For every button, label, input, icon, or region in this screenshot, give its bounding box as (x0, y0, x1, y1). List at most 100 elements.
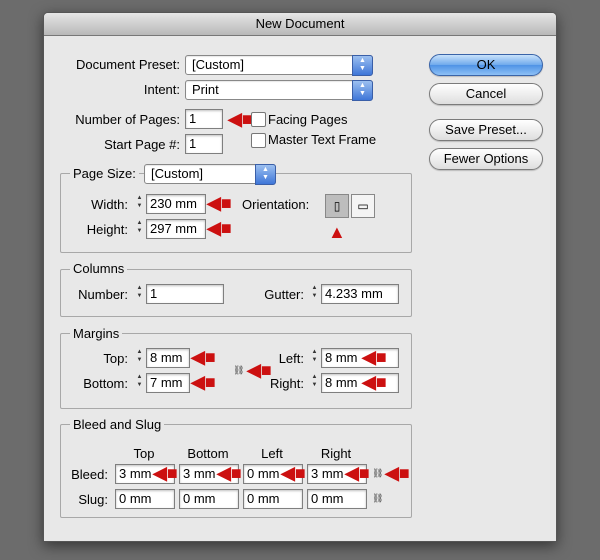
master-text-frame-label: Master Text Frame (268, 132, 377, 147)
columns-number-label: Number: (78, 287, 128, 302)
column-header-top: Top (133, 446, 155, 461)
slug-left-value: 0 mm (247, 491, 280, 506)
width-label: Width: (91, 197, 128, 212)
bleed-bottom-value: 3 mm (183, 466, 216, 481)
slug-top-value: 0 mm (119, 491, 152, 506)
annotation-arrow-icon: ◀■ (153, 463, 178, 483)
portrait-orientation-icon[interactable]: ▯ (325, 194, 349, 218)
gutter-value: 4.233 mm (325, 286, 383, 301)
dropdown-arrows-icon: ▲ ▼ (352, 55, 373, 76)
margin-bottom-value: 7 mm (150, 375, 183, 390)
columns-number-field[interactable]: 1 (146, 284, 224, 304)
number-of-pages-label: Number of Pages: (75, 112, 180, 127)
page-size-label: Page Size: (70, 166, 139, 181)
new-document-dialog: New Document Document Preset: [Custom] ▲… (43, 12, 557, 542)
annotation-arrow-icon: ◀■ (281, 463, 306, 483)
orientation-label: Orientation: (242, 197, 310, 212)
margin-top-field[interactable]: 8 mm (146, 348, 190, 368)
gutter-label: Gutter: (264, 287, 304, 302)
annotation-arrow-icon: ◀■ (362, 347, 387, 367)
fewer-options-button[interactable]: Fewer Options (429, 148, 543, 170)
annotation-arrow-icon: ◀■ (207, 218, 232, 238)
intent-dropdown[interactable]: Print ▲ ▼ (185, 80, 373, 101)
width-field[interactable]: 230 mm (146, 194, 206, 214)
intent-value: Print (192, 82, 219, 97)
gutter-field[interactable]: 4.233 mm (321, 284, 399, 304)
margin-top-label: Top: (103, 351, 128, 366)
slug-right-value: 0 mm (311, 491, 344, 506)
ok-button[interactable]: OK (429, 54, 543, 76)
slug-bottom-value: 0 mm (183, 491, 216, 506)
margin-left-field[interactable]: 8 mm (321, 348, 399, 368)
column-header-left: Left (261, 446, 283, 461)
annotation-arrow-icon: ◀■ (191, 347, 216, 367)
dialog-title: New Document (44, 13, 556, 36)
bleed-right-value: 3 mm (311, 466, 344, 481)
chain-link-icon[interactable]: ⛓ (233, 362, 244, 378)
column-header-right: Right (320, 446, 352, 461)
bleed-slug-title: Bleed and Slug (70, 417, 165, 432)
margin-bottom-field[interactable]: 7 mm (146, 373, 190, 393)
margin-bottom-stepper[interactable]: ▲ ▼ (135, 373, 144, 391)
start-page-value: 1 (189, 136, 197, 151)
start-page-field[interactable]: 1 (185, 134, 223, 154)
width-value: 230 mm (150, 196, 197, 211)
slug-bottom-field[interactable]: 0 mm (179, 489, 239, 509)
margin-right-label: Right: (270, 376, 304, 391)
slug-chain-link-icon[interactable]: ⛓ (372, 490, 383, 506)
margins-title: Margins (70, 326, 123, 341)
column-header-bottom: Bottom (187, 446, 229, 461)
height-label: Height: (86, 222, 128, 237)
document-preset-value: [Custom] (192, 57, 245, 72)
annotation-arrow-icon: ◀■ (385, 463, 410, 483)
save-preset-button[interactable]: Save Preset... (429, 119, 543, 141)
number-of-pages-field[interactable]: 1 (185, 109, 223, 129)
slug-label: Slug: (78, 492, 108, 507)
margin-left-stepper[interactable]: ▲ ▼ (310, 348, 319, 366)
annotation-arrow-icon: ◀■ (362, 372, 387, 392)
margin-right-value: 8 mm (325, 375, 358, 390)
dropdown-arrows-icon: ▲ ▼ (352, 80, 373, 101)
annotation-arrow-icon: ◀■ (345, 463, 370, 483)
facing-pages-checkbox[interactable] (251, 112, 266, 127)
height-stepper[interactable]: ▲ ▼ (135, 219, 144, 237)
annotation-arrow-icon: ◀■ (191, 372, 216, 392)
annotation-arrow-icon: ◀■ (207, 193, 232, 213)
intent-label: Intent: (143, 82, 180, 97)
number-of-pages-value: 1 (189, 111, 197, 126)
slug-left-field[interactable]: 0 mm (243, 489, 303, 509)
slug-right-field[interactable]: 0 mm (307, 489, 367, 509)
margin-right-stepper[interactable]: ▲ ▼ (310, 373, 319, 391)
bleed-label: Bleed: (71, 467, 108, 482)
page-size-dropdown[interactable]: [Custom] ▲ ▼ (144, 164, 276, 185)
document-preset-dropdown[interactable]: [Custom] ▲ ▼ (185, 55, 373, 76)
master-text-frame-checkbox[interactable] (251, 133, 266, 148)
height-value: 297 mm (150, 221, 197, 236)
margin-left-label: Left: (278, 351, 304, 366)
columns-number-stepper[interactable]: ▲ ▼ (135, 284, 144, 302)
dropdown-arrows-icon: ▲ ▼ (255, 164, 276, 185)
landscape-orientation-icon[interactable]: ▭ (351, 194, 375, 218)
height-field[interactable]: 297 mm (146, 219, 206, 239)
slug-top-field[interactable]: 0 mm (115, 489, 175, 509)
page-size-value: [Custom] (151, 166, 204, 181)
annotation-arrow-icon: ◀■ (217, 463, 242, 483)
margin-left-value: 8 mm (325, 350, 358, 365)
columns-title: Columns (70, 261, 128, 276)
document-preset-label: Document Preset: (75, 57, 180, 72)
margin-top-stepper[interactable]: ▲ ▼ (135, 348, 144, 366)
margin-top-value: 8 mm (150, 350, 183, 365)
annotation-arrow-up-icon: ▲ (328, 222, 346, 242)
gutter-stepper[interactable]: ▲ ▼ (310, 284, 319, 302)
facing-pages-label: Facing Pages (268, 112, 348, 127)
bleed-left-value: 0 mm (247, 466, 280, 481)
width-stepper[interactable]: ▲ ▼ (135, 194, 144, 212)
margin-right-field[interactable]: 8 mm (321, 373, 399, 393)
bleed-top-value: 3 mm (119, 466, 152, 481)
bleed-chain-link-icon[interactable]: ⛓ (372, 465, 383, 481)
columns-number-value: 1 (150, 286, 158, 301)
start-page-label: Start Page #: (104, 137, 180, 152)
annotation-arrow-icon: ◀■ (228, 109, 253, 129)
margin-bottom-label: Bottom: (83, 376, 128, 391)
cancel-button[interactable]: Cancel (429, 83, 543, 105)
